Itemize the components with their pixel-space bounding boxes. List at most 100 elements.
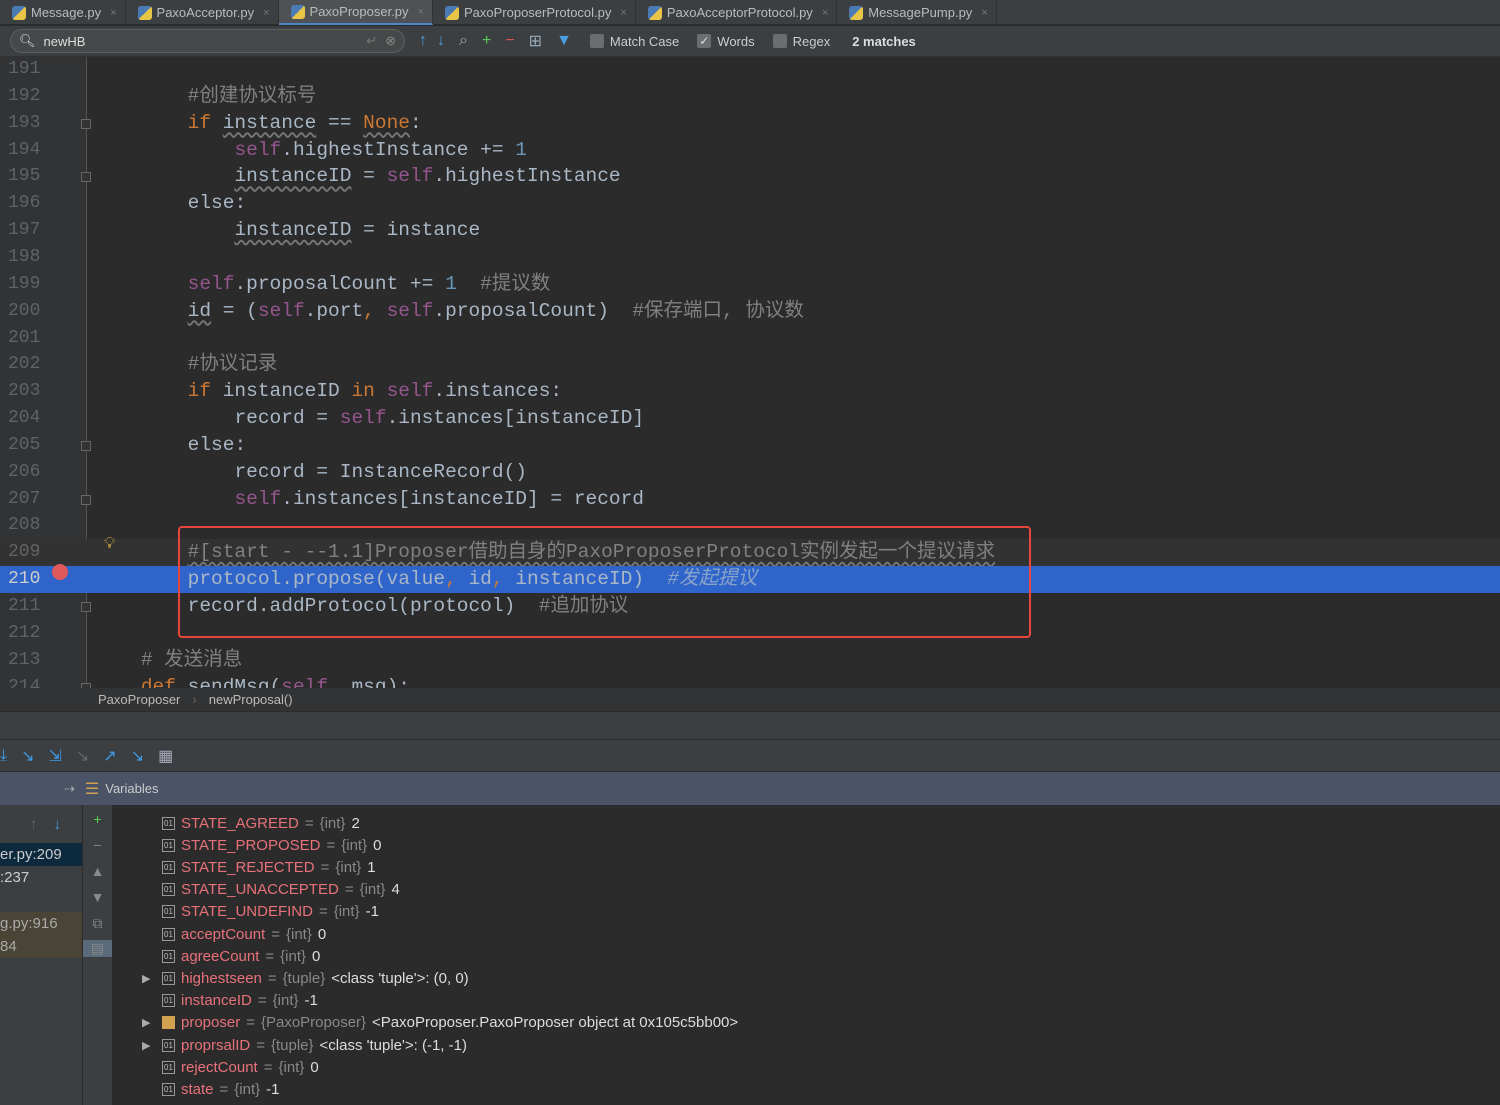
search-icon[interactable]: 🔍︎ bbox=[19, 33, 36, 49]
evaluate-expression-icon[interactable]: ▦ bbox=[158, 746, 173, 766]
new-watch-icon[interactable]: + bbox=[83, 811, 112, 827]
checkbox-box[interactable]: ✓ bbox=[697, 34, 712, 48]
frame-item[interactable]: :237 bbox=[0, 866, 82, 889]
variable-name: instanceID bbox=[181, 992, 252, 1010]
tab-paxoproposerprotocol[interactable]: PaxoProposerProtocol.py × bbox=[433, 0, 636, 25]
add-occurrence-icon[interactable]: + bbox=[482, 32, 491, 50]
code-line[interactable]: 198 bbox=[0, 244, 1500, 271]
run-to-cursor-icon[interactable]: ↘ bbox=[131, 746, 144, 766]
breadcrumb-class[interactable]: PaxoProposer bbox=[98, 692, 180, 707]
tab-message[interactable]: Message.py × bbox=[0, 0, 126, 25]
variable-row[interactable]: 01 STATE_UNDEFIND = {int} -1 bbox=[142, 901, 379, 923]
code-text: #创建协议标号 bbox=[94, 83, 317, 110]
equals-sign: = bbox=[246, 1014, 255, 1032]
code-line[interactable]: 199 self.proposalCount += 1 #提议数 bbox=[0, 271, 1500, 298]
close-icon[interactable]: × bbox=[263, 7, 269, 19]
step-into-icon[interactable]: ⇲ bbox=[48, 746, 61, 766]
remove-watch-icon[interactable]: − bbox=[83, 837, 112, 853]
copy-icon[interactable]: ⧉ bbox=[83, 915, 112, 932]
code-line[interactable]: 200 id = (self.port, self.proposalCount)… bbox=[0, 298, 1500, 325]
frame-up-icon[interactable]: ↑ bbox=[30, 816, 38, 833]
show-execution-point-icon[interactable]: ⤓ bbox=[0, 747, 7, 765]
tab-paxoacceptor[interactable]: PaxoAcceptor.py × bbox=[126, 0, 279, 25]
move-up-icon[interactable]: ▲ bbox=[83, 863, 112, 879]
breadcrumb-method[interactable]: newProposal() bbox=[209, 692, 293, 707]
expand-arrow-icon[interactable]: ▶ bbox=[142, 972, 156, 985]
frame-item[interactable] bbox=[0, 889, 82, 912]
move-down-icon[interactable]: ▼ bbox=[83, 889, 112, 905]
code-line[interactable]: 203 if instanceID in self.instances: bbox=[0, 378, 1500, 405]
regex-checkbox[interactable]: Regex bbox=[772, 34, 830, 49]
panel-divider[interactable] bbox=[0, 712, 1500, 740]
code-line[interactable]: 197 instanceID = instance bbox=[0, 217, 1500, 244]
tab-messagepump[interactable]: MessagePump.py × bbox=[837, 0, 997, 25]
fold-marker-icon[interactable] bbox=[81, 602, 91, 612]
previous-match-icon[interactable]: ↑ bbox=[419, 32, 427, 50]
variable-row[interactable]: 01 agreeCount = {int} 0 bbox=[142, 945, 320, 967]
next-match-icon[interactable]: ↓ bbox=[437, 32, 445, 50]
code-line[interactable]: 193 if instance == None: bbox=[0, 110, 1500, 137]
step-into-my-code-icon[interactable]: ↘ bbox=[76, 746, 89, 766]
match-case-checkbox[interactable]: Match Case bbox=[589, 34, 679, 49]
variable-row[interactable]: 01 STATE_AGREED = {int} 2 bbox=[142, 812, 360, 834]
frame-item[interactable]: 84 bbox=[0, 935, 82, 958]
int-icon: 01 bbox=[162, 905, 175, 919]
code-line[interactable]: 213 # 发送消息 bbox=[0, 647, 1500, 674]
frame-down-icon[interactable]: ↓ bbox=[54, 816, 62, 833]
code-editor[interactable]: 191 192 #创建协议标号 193 if instance == None: 19… bbox=[0, 57, 1500, 688]
code-line[interactable]: 194 self.highestInstance += 1 bbox=[0, 137, 1500, 164]
code-line[interactable]: 202 #协议记录 bbox=[0, 351, 1500, 378]
filter-icon[interactable]: ▼ bbox=[556, 32, 572, 50]
code-token: None bbox=[363, 111, 410, 134]
variable-row[interactable]: 01 STATE_PROPOSED = {int} 0 bbox=[142, 834, 381, 856]
code-line[interactable]: 195 instanceID = self.highestInstance bbox=[0, 163, 1500, 190]
step-out-icon[interactable]: ↗ bbox=[103, 746, 116, 766]
tab-paxoacceptorprotocol[interactable]: PaxoAcceptorProtocol.py × bbox=[636, 0, 838, 25]
code-line[interactable]: 192 #创建协议标号 bbox=[0, 83, 1500, 110]
code-line[interactable]: 207 self.instances[instanceID] = record bbox=[0, 486, 1500, 513]
close-icon[interactable]: × bbox=[418, 6, 424, 18]
close-icon[interactable]: × bbox=[981, 7, 987, 19]
checkbox-box[interactable] bbox=[589, 34, 604, 48]
fold-marker-icon[interactable] bbox=[81, 440, 91, 451]
checkbox-box[interactable] bbox=[772, 34, 787, 48]
words-checkbox[interactable]: ✓ Words bbox=[697, 34, 755, 49]
code-line[interactable]: 204 record = self.instances[instanceID] bbox=[0, 405, 1500, 432]
breakpoint-icon[interactable] bbox=[52, 564, 68, 580]
code-line[interactable]: 206 record = InstanceRecord() bbox=[0, 459, 1500, 486]
code-line[interactable]: 191 bbox=[0, 57, 1500, 83]
variable-row[interactable]: 01 instanceID = {int} -1 bbox=[142, 990, 318, 1012]
frame-item[interactable]: g.py:916 bbox=[0, 912, 82, 935]
tab-paxoproposer[interactable]: PaxoProposer.py × bbox=[278, 0, 433, 25]
code-line[interactable]: 201 bbox=[0, 325, 1500, 352]
code-line[interactable]: 214 def sendMsg(self, msg):... bbox=[0, 674, 1500, 688]
expand-arrow-icon[interactable]: ▶ bbox=[142, 1039, 156, 1052]
select-all-occurrences-icon[interactable]: ⊞ bbox=[529, 31, 542, 51]
clear-icon[interactable]: ⊗ bbox=[385, 33, 396, 49]
variable-row[interactable]: ▶ 01 proprsalID = {tuple} <class 'tuple'>: (-… bbox=[142, 1034, 467, 1056]
expand-arrow-icon[interactable]: ▶ bbox=[142, 1016, 156, 1029]
code-line[interactable]: 196 else: bbox=[0, 190, 1500, 217]
fold-marker-icon[interactable] bbox=[81, 118, 91, 129]
variable-row[interactable]: ▶ 01 highestseen = {tuple} <class 'tuple'>: (… bbox=[142, 967, 469, 989]
remove-occurrence-icon[interactable]: − bbox=[505, 32, 514, 50]
close-icon[interactable]: × bbox=[110, 7, 116, 19]
variable-row[interactable]: 01 STATE_REJECTED = {int} 1 bbox=[142, 856, 376, 878]
pin-icon[interactable]: ⇢ bbox=[64, 781, 75, 797]
code-line[interactable]: 205 else: bbox=[0, 432, 1500, 459]
variable-row[interactable]: 01 state = {int} -1 bbox=[142, 1078, 280, 1100]
close-icon[interactable]: × bbox=[620, 7, 626, 19]
find-all-icon[interactable]: ⌕ bbox=[459, 32, 468, 50]
view-icon[interactable]: ▤ bbox=[83, 940, 112, 957]
variable-row[interactable]: ▶ proposer = {PaxoProposer} <PaxoProposer.Pa… bbox=[142, 1012, 738, 1034]
variable-row[interactable]: 01 STATE_UNACCEPTED = {int} 4 bbox=[142, 879, 400, 901]
variable-row[interactable]: 01 acceptCount = {int} 0 bbox=[142, 923, 326, 945]
fold-marker-icon[interactable] bbox=[81, 172, 91, 183]
fold-marker-icon[interactable] bbox=[81, 494, 91, 505]
variable-row[interactable]: 01 rejectCount = {int} 0 bbox=[142, 1056, 319, 1078]
lightbulb-icon[interactable]: 💡︎ bbox=[104, 535, 115, 553]
close-icon[interactable]: × bbox=[822, 7, 828, 19]
step-over-icon[interactable]: ↘ bbox=[21, 746, 34, 766]
search-input[interactable]: 🔍︎ newHB ↵ ⊗ bbox=[10, 29, 405, 53]
frame-item[interactable]: er.py:209 bbox=[0, 843, 82, 866]
